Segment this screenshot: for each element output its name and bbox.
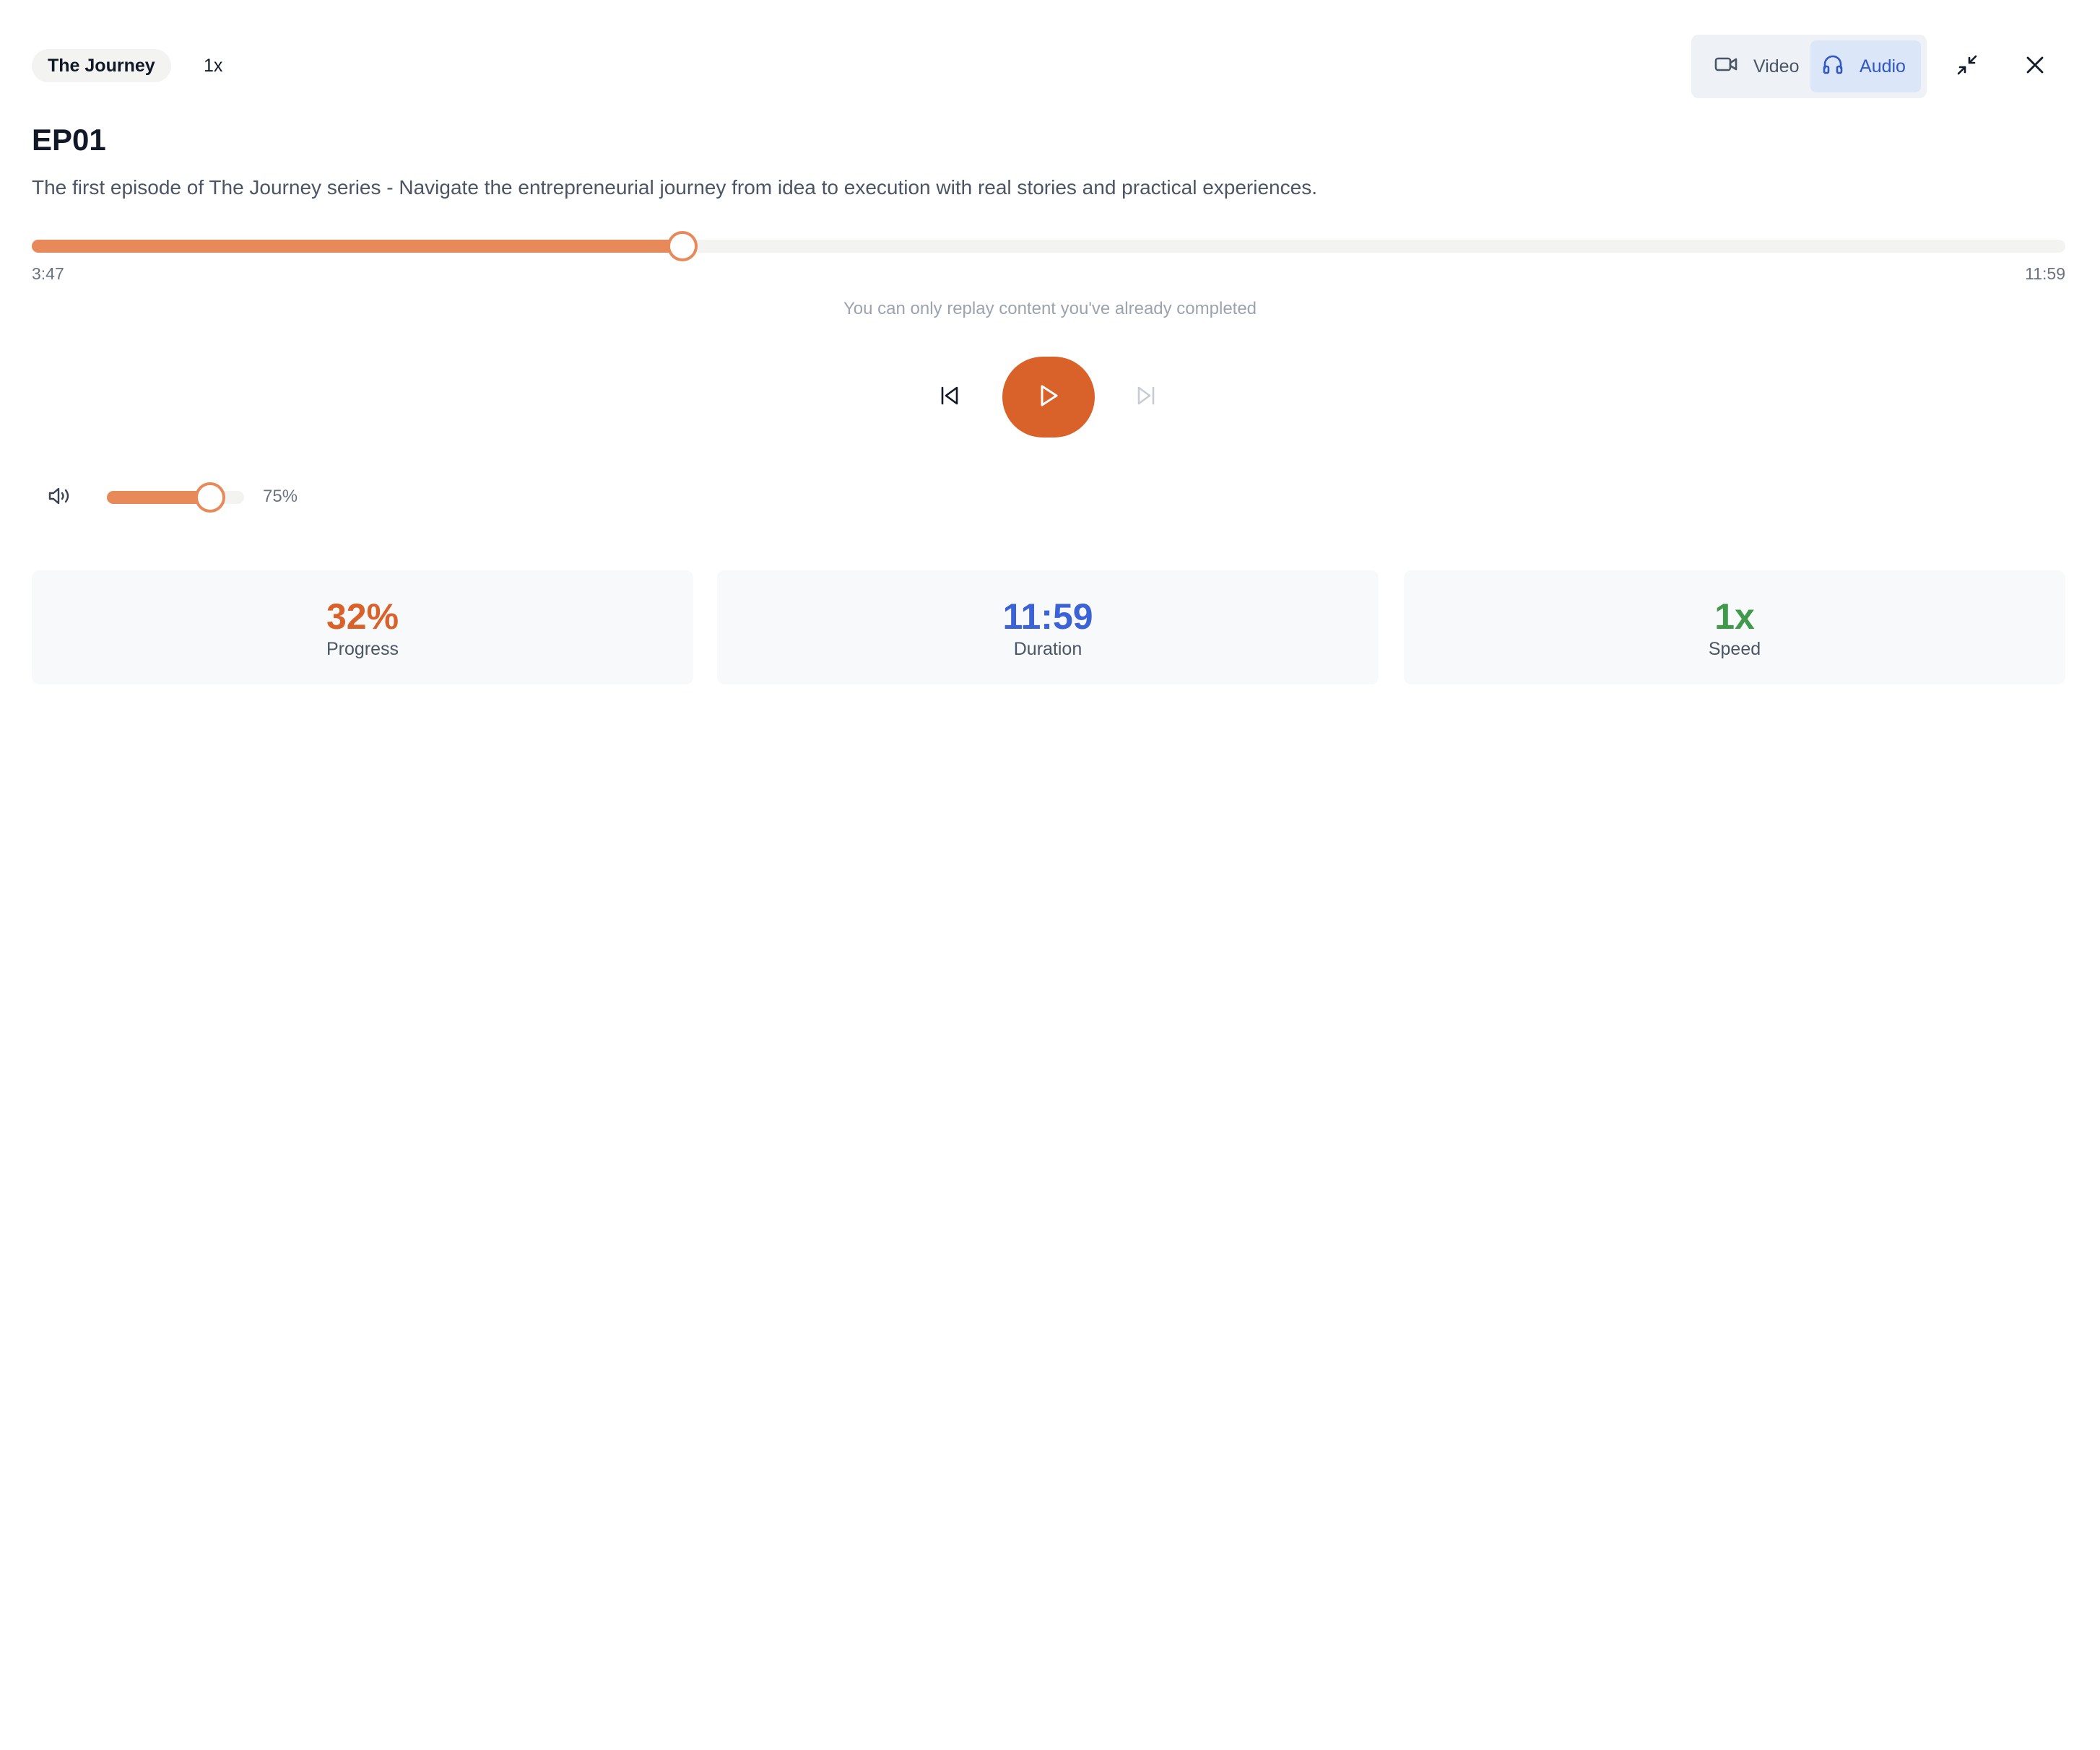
volume-slider[interactable] xyxy=(107,482,244,513)
total-time: 11:59 xyxy=(2025,264,2065,283)
speed-indicator[interactable]: 1x xyxy=(204,49,222,82)
headphones-icon xyxy=(1822,53,1844,80)
speed-label: 1x xyxy=(204,55,223,76)
audio-player-modal: The Journey 1x Video Audio EP01 The firs… xyxy=(0,0,2100,1750)
series-badge: The Journey xyxy=(32,49,171,82)
volume-icon xyxy=(48,486,72,510)
previous-button[interactable] xyxy=(932,377,968,417)
volume-value: 75% xyxy=(263,487,298,506)
skip-forward-icon xyxy=(1136,385,1156,410)
duration-stat-label: Duration xyxy=(1013,638,1082,659)
series-name: The Journey xyxy=(48,55,155,76)
close-button[interactable] xyxy=(2015,46,2055,87)
duration-stat-value: 11:59 xyxy=(1002,596,1093,637)
audio-mode-label: Audio xyxy=(1860,56,1906,77)
next-button[interactable] xyxy=(1128,377,1164,417)
progress-thumb[interactable] xyxy=(667,231,698,261)
progress-stat-value: 32% xyxy=(326,596,399,637)
media-mode-toggle: Video Audio xyxy=(1691,35,1927,98)
audio-mode-button[interactable]: Audio xyxy=(1810,40,1921,92)
progress-fill xyxy=(32,240,682,253)
episode-description: The first episode of The Journey series … xyxy=(32,176,1317,199)
play-button[interactable] xyxy=(1002,357,1095,438)
video-camera-icon xyxy=(1714,56,1737,78)
play-icon xyxy=(1038,383,1059,412)
episode-title: EP01 xyxy=(32,123,106,157)
progress-stat-card: 32% Progress xyxy=(32,570,693,684)
speed-stat-label: Speed xyxy=(1708,638,1761,659)
replay-restriction-note: You can only replay content you've alrea… xyxy=(843,299,1257,318)
progress-slider[interactable] xyxy=(32,231,2065,261)
skip-back-icon xyxy=(940,385,960,410)
duration-stat-card: 11:59 Duration xyxy=(717,570,1379,684)
video-mode-label: Video xyxy=(1753,56,1800,77)
current-time: 3:47 xyxy=(32,264,64,283)
speed-stat-card: 1x Speed xyxy=(1404,570,2065,684)
speed-stat-value: 1x xyxy=(1714,596,1755,637)
volume-button[interactable] xyxy=(43,482,77,513)
close-icon xyxy=(2026,56,2044,78)
progress-stat-label: Progress xyxy=(326,638,399,659)
volume-thumb[interactable] xyxy=(195,482,225,513)
minimize-button[interactable] xyxy=(1947,46,1987,87)
video-mode-button[interactable]: Video xyxy=(1697,40,1810,92)
minimize-icon xyxy=(1956,54,1978,79)
